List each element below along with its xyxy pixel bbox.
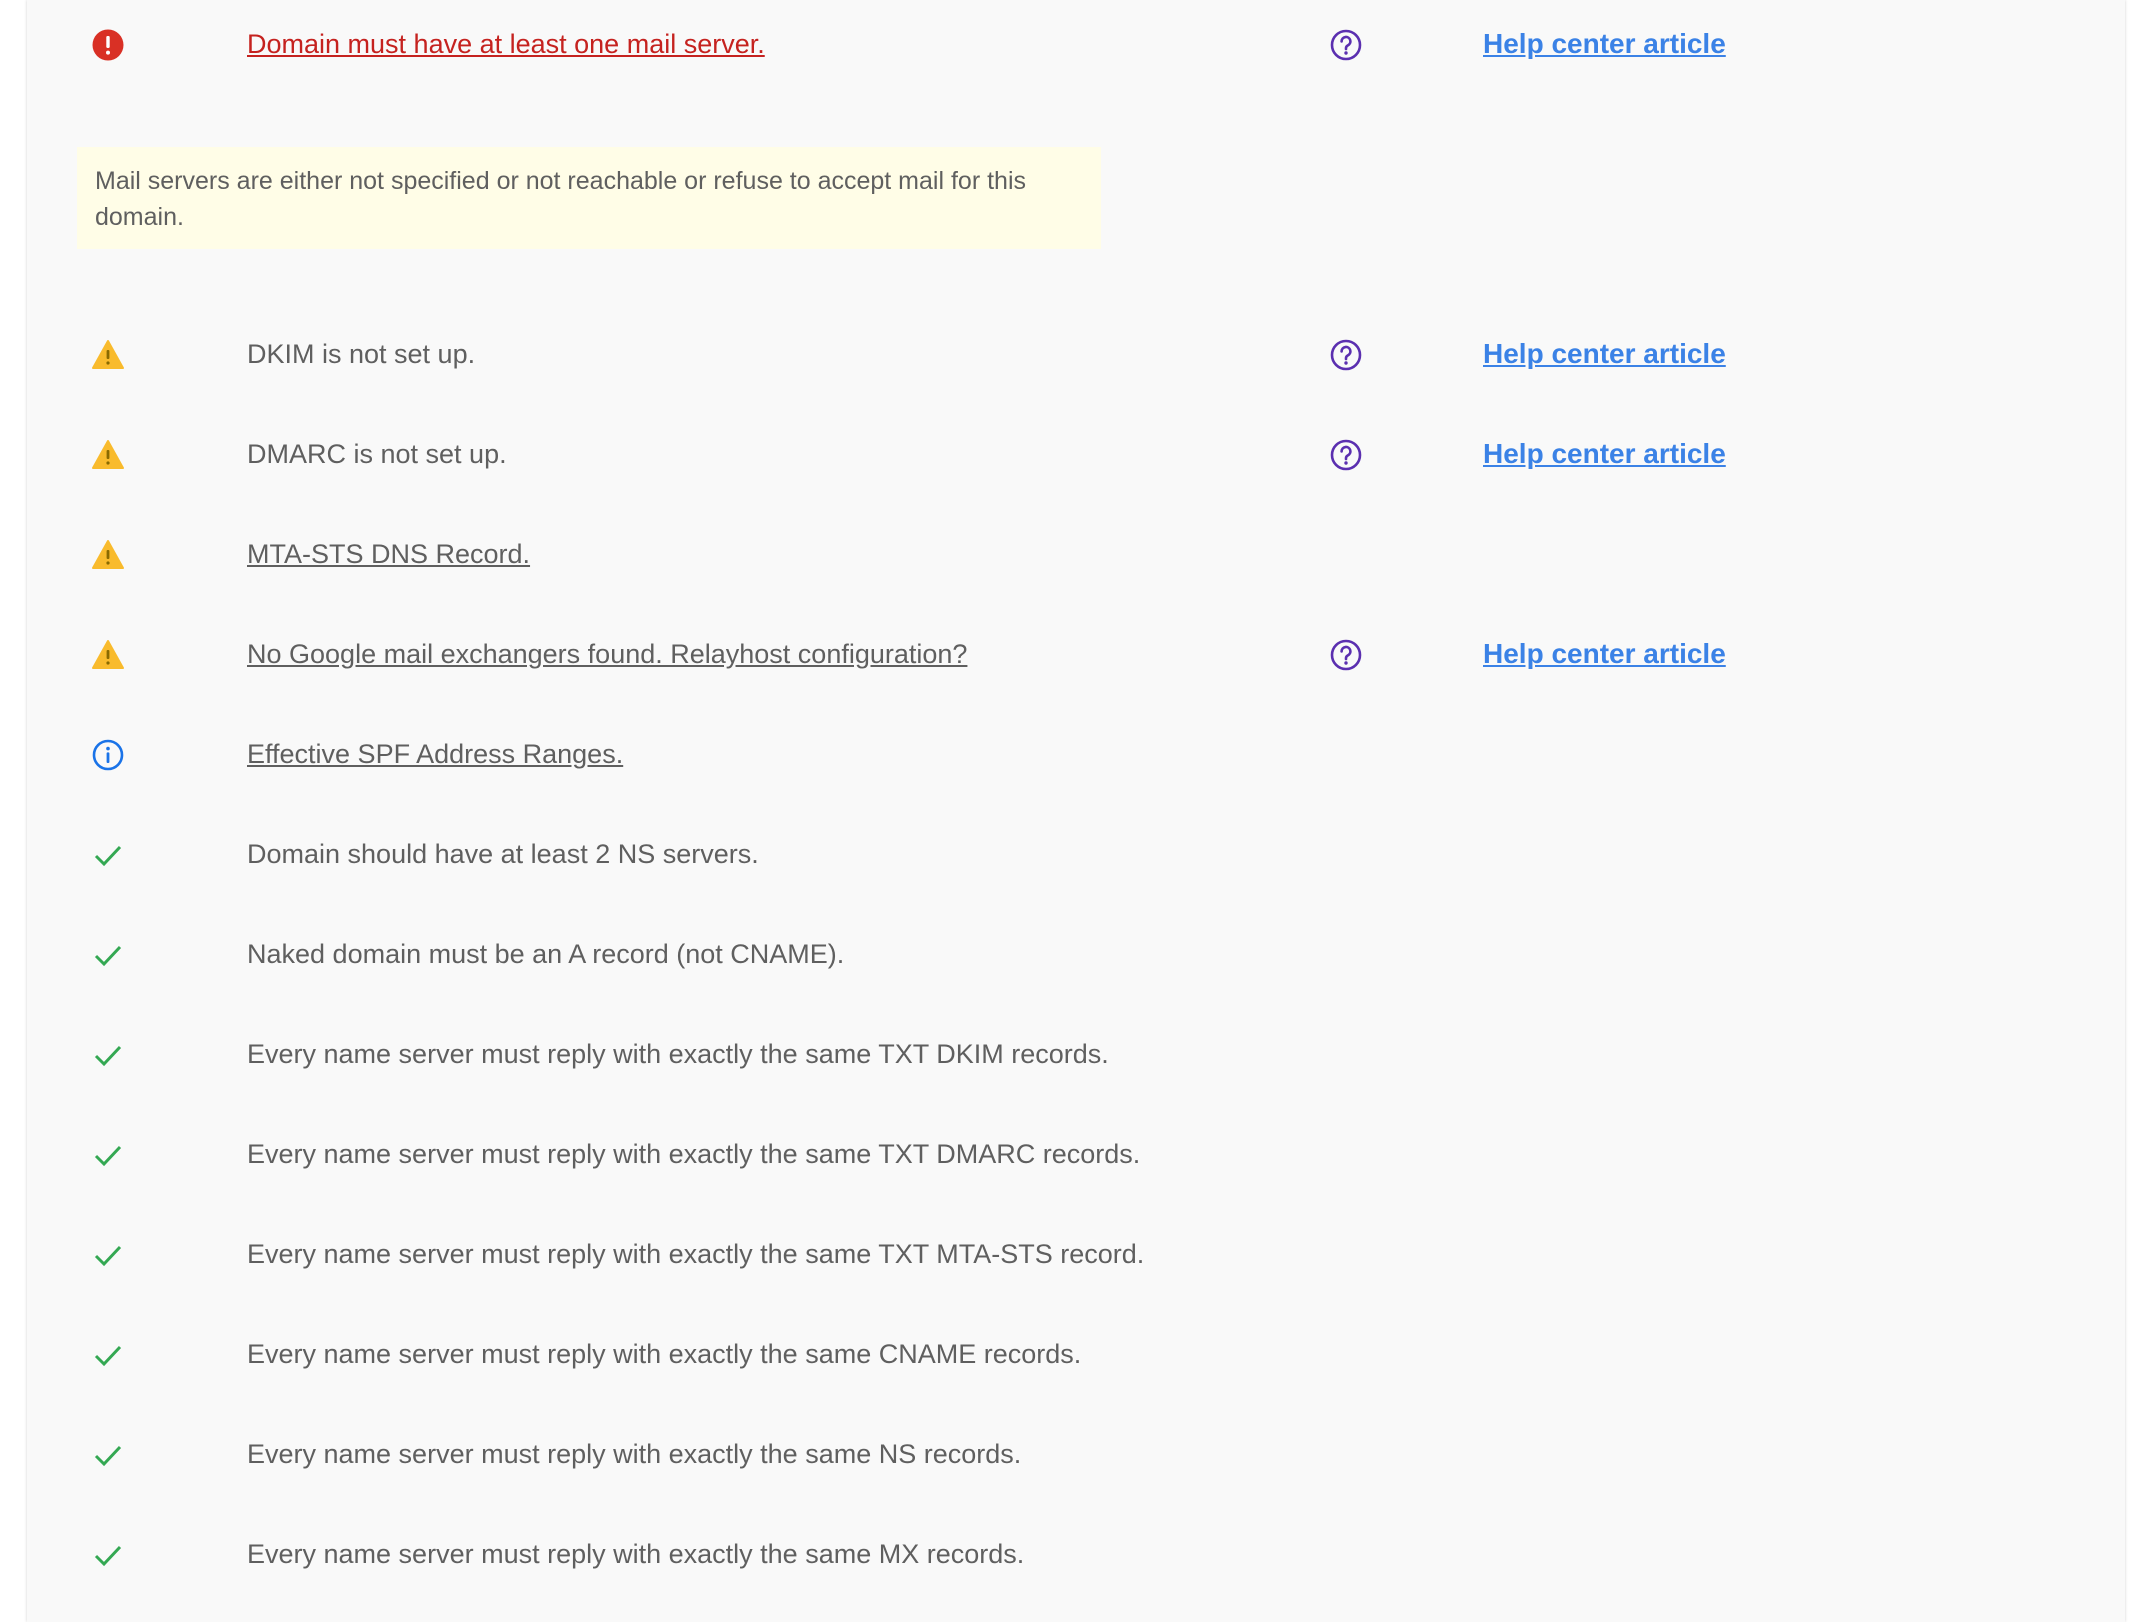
check-message: Every name server must reply with exactl… [247,1339,1082,1369]
check-icon [91,938,125,972]
check-icon [91,1238,125,1272]
check-message: Every name server must reply with exactl… [247,1039,1109,1069]
check-row-ns-records: Every name server must reply with exactl… [27,1424,2125,1484]
check-message: Every name server must reply with exactl… [247,1239,1145,1269]
check-row-mta-sts: MTA-STS DNS Record. [27,524,2125,584]
check-row-dkim: DKIM is not set up. Help center article [27,324,2125,384]
check-message: Naked domain must be an A record (not CN… [247,939,845,969]
check-row-spf: Effective SPF Address Ranges. [27,724,2125,784]
check-row-cname: Every name server must reply with exactl… [27,1324,2125,1384]
error-icon [91,28,125,62]
check-results-panel: Domain must have at least one mail serve… [27,0,2125,1622]
error-note: Mail servers are either not specified or… [77,147,1101,249]
check-row-mail-server: Domain must have at least one mail serve… [27,14,2125,74]
check-icon [91,1138,125,1172]
check-icon [91,838,125,872]
warning-icon [91,438,125,472]
help-circle-icon[interactable] [1329,638,1363,672]
info-icon [91,738,125,772]
check-message: DKIM is not set up. [247,339,476,369]
check-message: Every name server must reply with exactl… [247,1139,1141,1169]
warning-icon [91,638,125,672]
check-row-naked-domain: Naked domain must be an A record (not CN… [27,924,2125,984]
check-message[interactable]: No Google mail exchangers found. Relayho… [247,624,967,684]
check-row-dmarc: DMARC is not set up. Help center article [27,424,2125,484]
help-center-link[interactable]: Help center article [1483,624,1726,684]
help-center-link[interactable]: Help center article [1483,14,1726,74]
check-row-google-mx: No Google mail exchangers found. Relayho… [27,624,2125,684]
check-row-mx-records: Every name server must reply with exactl… [27,1524,2125,1584]
warning-icon [91,338,125,372]
check-icon [91,1538,125,1572]
help-center-link[interactable]: Help center article [1483,424,1726,484]
check-row-txt-dmarc: Every name server must reply with exactl… [27,1124,2125,1184]
check-icon [91,1338,125,1372]
check-message: DMARC is not set up. [247,439,507,469]
check-message[interactable]: Effective SPF Address Ranges. [247,724,623,784]
warning-icon [91,538,125,572]
check-message: Every name server must reply with exactl… [247,1539,1025,1569]
check-message[interactable]: MTA-STS DNS Record. [247,524,530,584]
check-row-ns-count: Domain should have at least 2 NS servers… [27,824,2125,884]
check-icon [91,1438,125,1472]
help-center-link[interactable]: Help center article [1483,324,1726,384]
check-row-txt-dkim: Every name server must reply with exactl… [27,1024,2125,1084]
check-icon [91,1038,125,1072]
help-circle-icon[interactable] [1329,28,1363,62]
check-row-txt-mta-sts: Every name server must reply with exactl… [27,1224,2125,1284]
check-message: Domain should have at least 2 NS servers… [247,839,759,869]
help-circle-icon[interactable] [1329,438,1363,472]
check-message: Every name server must reply with exactl… [247,1439,1022,1469]
check-message[interactable]: Domain must have at least one mail serve… [247,14,765,74]
help-circle-icon[interactable] [1329,338,1363,372]
